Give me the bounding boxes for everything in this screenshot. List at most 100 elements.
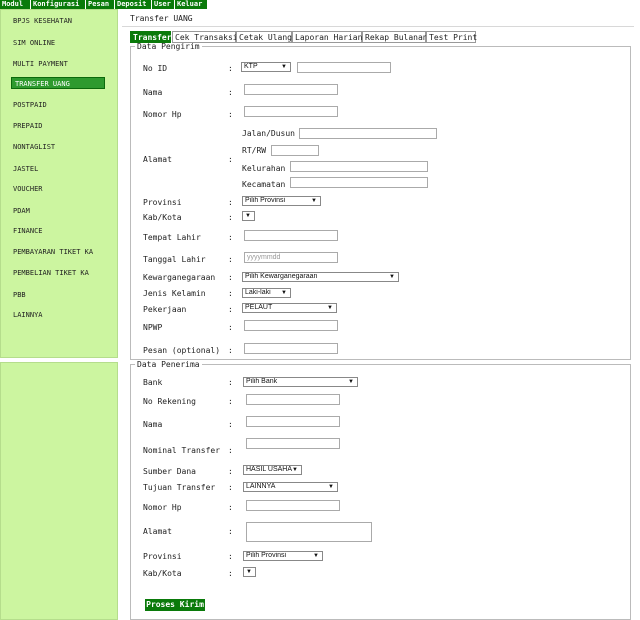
colon: : [228,397,233,406]
provinsi-label: Provinsi [143,198,182,207]
sidebar-item-prepaid[interactable]: PREPAID [13,122,43,130]
tanggal-lahir-placeholder: yyyymmdd [247,254,281,261]
dropdown-arrow-icon: ▼ [348,379,354,385]
kab-kota-penerima-label: Kab/Kota [143,569,182,578]
sidebar-item-multi-payment[interactable]: MULTI PAYMENT [13,60,68,68]
proses-kirim-button[interactable]: Proses Kirim [145,599,205,611]
colon: : [228,273,233,282]
nama-penerima-label: Nama [143,420,163,429]
provinsi-value: Pilih Provinsi [245,197,286,204]
sidebar-item-pdam[interactable]: PDAM [13,207,30,215]
page-title: Transfer UANG [130,14,193,23]
colon: : [228,346,233,355]
provinsi-penerima-label: Provinsi [143,552,182,561]
kab-kota-label: Kab/Kota [143,213,182,222]
nomor-hp-input[interactable] [244,106,338,117]
sumber-dana-label: Sumber Dana [143,467,196,476]
nama-input[interactable] [244,84,338,95]
nomor-hp-penerima-input[interactable] [246,500,340,511]
dropdown-arrow-icon: ▼ [281,64,287,70]
colon: : [228,378,233,387]
dropdown-arrow-icon: ▼ [313,553,319,559]
menu-keluar[interactable]: Keluar [175,0,207,9]
sumber-dana-select[interactable]: HASIL USAHA ▼ [243,465,302,475]
top-menu-bar: Modul Konfigurasi Pesan Deposit User Kel… [0,0,640,9]
dropdown-arrow-icon: ▼ [389,274,395,280]
nama-penerima-input[interactable] [246,416,340,427]
colon: : [228,289,233,298]
kecamatan-input[interactable] [290,177,428,188]
colon: : [228,213,233,222]
tempat-lahir-label: Tempat Lahir [143,233,201,242]
sidebar-item-nontaglist[interactable]: NONTAGLIST [13,143,55,151]
rt-rw-input[interactable] [271,145,319,156]
id-type-select[interactable]: KTP ▼ [241,62,291,72]
jenis-kelamin-label: Jenis Kelamin [143,289,206,298]
dropdown-arrow-icon: ▼ [311,198,317,204]
no-id-input[interactable] [297,62,391,73]
colon: : [228,552,233,561]
nominal-transfer-input[interactable] [246,438,340,449]
colon: : [228,110,233,119]
provinsi-select[interactable]: Pilih Provinsi ▼ [242,196,321,206]
data-pengirim-legend: Data Pengirim [137,42,200,51]
pekerjaan-select[interactable]: PELAUT ▼ [242,303,337,313]
colon: : [228,446,233,455]
colon: : [228,527,233,536]
provinsi-penerima-value: Pilih Provinsi [246,552,287,559]
sidebar-item-pembayaran-tiket-ka[interactable]: PEMBAYARAN TIKET KA [13,248,93,256]
no-rekening-input[interactable] [246,394,340,405]
tujuan-transfer-label: Tujuan Transfer [143,483,216,492]
sumber-dana-value: HASIL USAHA [246,466,293,473]
bank-select[interactable]: Pilih Bank ▼ [243,377,358,387]
sidebar-item-pembelian-tiket-ka[interactable]: PEMBELIAN TIKET KA [13,269,89,277]
sidebar-item-pbb[interactable]: PBB [13,291,26,299]
sidebar-item-bpjs-kesehatan[interactable]: BPJS KESEHATAN [13,17,72,25]
pesan-label: Pesan (optional) [143,346,221,355]
alamat-penerima-label: Alamat [143,527,172,536]
alamat-penerima-textarea[interactable] [246,522,372,542]
nomor-hp-penerima-label: Nomor Hp [143,503,182,512]
tanggal-lahir-label: Tanggal Lahir [143,255,206,264]
sidebar-item-transfer-uang[interactable]: TRANSFER UANG [11,77,105,89]
sidebar-item-voucher[interactable]: VOUCHER [13,185,43,193]
colon: : [228,323,233,332]
pesan-input[interactable] [244,343,338,354]
tempat-lahir-input[interactable] [244,230,338,241]
menu-deposit[interactable]: Deposit [115,0,151,9]
no-id-label: No ID [143,64,168,73]
colon: : [228,233,233,242]
kelurahan-input[interactable] [290,161,428,172]
kab-kota-penerima-select[interactable]: ▼ [243,567,256,577]
sidebar-item-jastel[interactable]: JASTEL [13,165,38,173]
sidebar-menu: BPJS KESEHATAN SIM ONLINE MULTI PAYMENT … [0,9,118,358]
sidebar-item-lainnya[interactable]: LAINNYA [13,311,43,319]
dropdown-arrow-icon: ▼ [292,467,298,473]
tanggal-lahir-input[interactable]: yyyymmdd [244,252,338,263]
colon: : [228,483,233,492]
npwp-label: NPWP [143,323,163,332]
menu-modul[interactable]: Modul [0,0,30,9]
dropdown-arrow-icon: ▼ [246,569,252,575]
nama-label: Nama [143,88,163,97]
dropdown-arrow-icon: ▼ [328,484,334,490]
tujuan-transfer-select[interactable]: LAINNYA ▼ [243,482,338,492]
menu-pesan[interactable]: Pesan [86,0,114,9]
jalan-dusun-input[interactable] [299,128,437,139]
jenis-kelamin-select[interactable]: Laki-laki ▼ [242,288,291,298]
menu-user[interactable]: User [152,0,174,9]
colon: : [228,64,233,73]
colon: : [228,467,233,476]
sidebar-item-finance[interactable]: FINANCE [13,227,43,235]
menu-konfigurasi[interactable]: Konfigurasi [31,0,85,9]
npwp-input[interactable] [244,320,338,331]
kab-kota-select[interactable]: ▼ [242,211,255,221]
rt-rw-label: RT/RW [242,146,267,155]
provinsi-penerima-select[interactable]: Pilih Provinsi ▼ [243,551,323,561]
kewarganegaraan-value: Pilih Kewarganegaraan [245,273,318,280]
sidebar-item-postpaid[interactable]: POSTPAID [13,101,47,109]
colon: : [228,420,233,429]
kewarganegaraan-select[interactable]: Pilih Kewarganegaraan ▼ [242,272,399,282]
sidebar-item-sim-online[interactable]: SIM ONLINE [13,39,55,47]
no-rekening-label: No Rekening [143,397,196,406]
